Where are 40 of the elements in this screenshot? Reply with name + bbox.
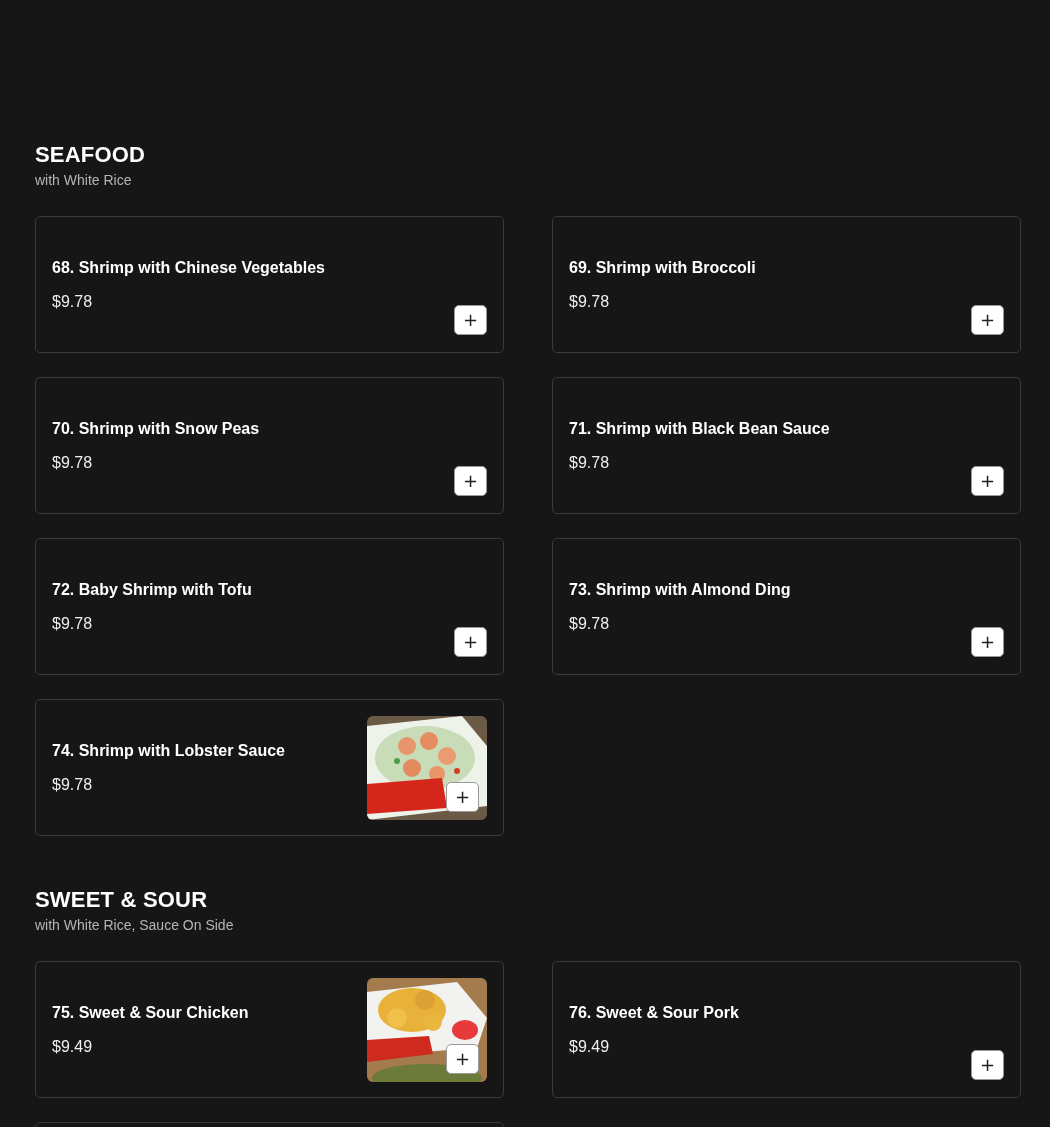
- dish-name: 75. Sweet & Sour Chicken: [52, 1002, 249, 1023]
- dish-price: $9.78: [52, 452, 93, 473]
- dish-price: $9.78: [569, 452, 610, 473]
- dish-name: 70. Shrimp with Snow Peas: [52, 418, 260, 439]
- add-button[interactable]: +: [454, 305, 487, 335]
- add-button[interactable]: +: [971, 627, 1004, 657]
- menu-item-card[interactable]: 71. Shrimp with Black Bean Sauce $9.78 +: [552, 377, 1021, 514]
- add-button[interactable]: +: [454, 627, 487, 657]
- add-button[interactable]: +: [446, 782, 479, 812]
- menu-item-card[interactable]: 74. Shrimp with Lobster Sauce $9.78 +: [35, 699, 504, 836]
- section-title: SWEET & SOUR: [35, 886, 208, 914]
- add-button[interactable]: +: [971, 466, 1004, 496]
- section-subtitle: with White Rice, Sauce On Side: [35, 916, 234, 934]
- menu-item-card[interactable]: 69. Shrimp with Broccoli $9.78 +: [552, 216, 1021, 353]
- dish-name: 74. Shrimp with Lobster Sauce: [52, 740, 285, 761]
- dish-price: $9.78: [569, 291, 610, 312]
- dish-name: 69. Shrimp with Broccoli: [569, 257, 756, 278]
- dish-price: $9.49: [569, 1036, 610, 1057]
- menu-item-card[interactable]: 76. Sweet & Sour Pork $9.49 +: [552, 961, 1021, 1098]
- dish-price: $9.78: [569, 613, 610, 634]
- add-button[interactable]: +: [971, 305, 1004, 335]
- add-button[interactable]: +: [446, 1044, 479, 1074]
- dish-price: $9.49: [52, 1036, 93, 1057]
- dish-name: 76. Sweet & Sour Pork: [569, 1002, 739, 1023]
- dish-name: 68. Shrimp with Chinese Vegetables: [52, 257, 325, 278]
- section-title: SEAFOOD: [35, 141, 146, 169]
- menu-item-card[interactable]: 70. Shrimp with Snow Peas $9.78 +: [35, 377, 504, 514]
- dish-price: $9.78: [52, 774, 93, 795]
- dish-price: $9.78: [52, 291, 93, 312]
- add-button[interactable]: +: [971, 1050, 1004, 1080]
- menu-item-card[interactable]: 73. Shrimp with Almond Ding $9.78 +: [552, 538, 1021, 675]
- dish-name: 71. Shrimp with Black Bean Sauce: [569, 418, 830, 439]
- dish-name: 72. Baby Shrimp with Tofu: [52, 579, 252, 600]
- menu-item-card[interactable]: 75. Sweet & Sour Chicken $9.49 +: [35, 961, 504, 1098]
- menu-item-card[interactable]: 68. Shrimp with Chinese Vegetables $9.78 +: [35, 216, 504, 353]
- section-subtitle: with White Rice: [35, 171, 132, 189]
- menu-item-card[interactable]: 72. Baby Shrimp with Tofu $9.78 +: [35, 538, 504, 675]
- dish-name: 73. Shrimp with Almond Ding: [569, 579, 791, 600]
- add-button[interactable]: +: [454, 466, 487, 496]
- dish-price: $9.78: [52, 613, 93, 634]
